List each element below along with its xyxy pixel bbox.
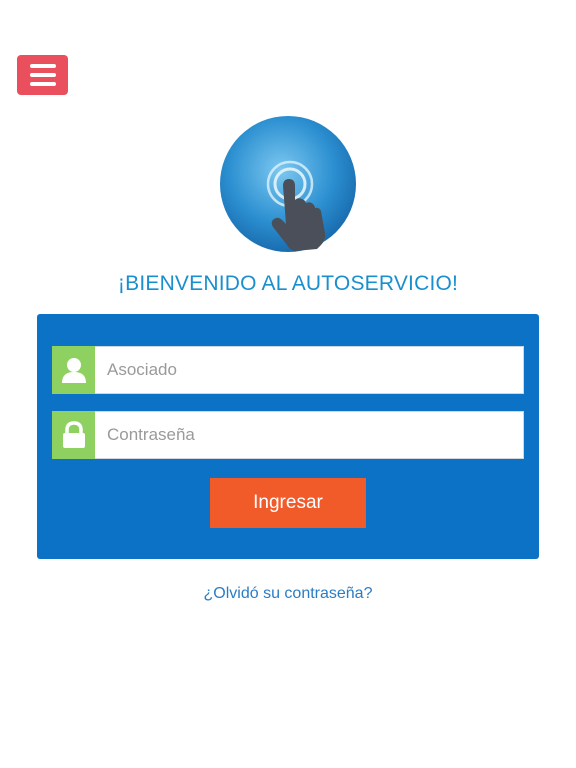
login-submit-button[interactable]: Ingresar [210, 478, 366, 528]
hamburger-menu-icon-bar [29, 64, 56, 68]
password-input[interactable] [95, 411, 524, 459]
touch-hand-icon [220, 116, 356, 252]
password-field-group [52, 411, 524, 459]
menu-button[interactable] [17, 55, 68, 95]
hamburger-menu-icon-bar [29, 82, 56, 86]
hamburger-menu-icon-bar [29, 73, 56, 77]
username-field-group [52, 346, 524, 394]
forgot-password-link[interactable]: ¿Olvidó su contraseña? [0, 585, 576, 603]
login-page: ¡BIENVENIDO AL AUTOSERVICIO! Ingresar ¿O… [0, 0, 576, 768]
welcome-title: ¡BIENVENIDO AL AUTOSERVICIO! [117, 272, 459, 295]
username-input[interactable] [95, 346, 524, 394]
user-icon [52, 346, 95, 394]
lock-icon [52, 411, 95, 459]
login-panel: Ingresar [37, 314, 539, 559]
